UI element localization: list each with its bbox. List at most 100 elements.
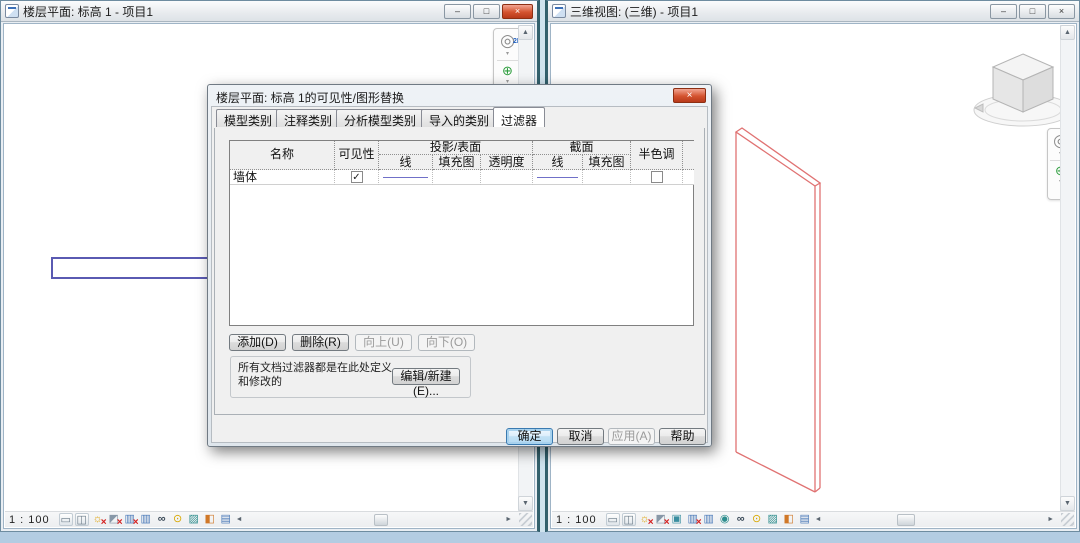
col-header-transparency[interactable]: 透明度 [481,155,533,170]
floor-plan-titlebar[interactable]: 楼层平面: 标高 1 - 项目1 – □ × [1,1,537,22]
visual-style-icon[interactable]: ◫ [75,513,89,526]
steering-wheel-2d-icon[interactable]: ◎2D [500,32,515,50]
sun-path-icon[interactable]: ☼ [638,513,652,526]
projection-lines-override-cell[interactable] [379,170,433,185]
vertical-scrollbar[interactable]: ▲ ▼ [1060,25,1075,511]
sun-path-icon[interactable]: ☼ [91,513,105,526]
line-override-preview [383,177,428,178]
zoom-tool-icon[interactable]: ⊕ [502,64,513,78]
line-override-preview [537,177,578,178]
edit-new-button[interactable]: 编辑/新建(E)... [392,368,460,385]
hscroll-right-icon[interactable]: ► [505,516,512,523]
show-crop-region-icon[interactable]: ▥ [702,513,716,526]
detail-level-icon[interactable]: ▭ [59,513,73,526]
scroll-down-icon[interactable]: ▼ [1060,496,1075,511]
hscroll-right-icon[interactable]: ► [1047,516,1054,523]
highlight-displacement-sets-icon[interactable]: ◧ [203,513,217,526]
detail-level-icon[interactable]: ▭ [606,513,620,526]
dialog-close-icon[interactable]: × [673,88,706,103]
move-down-button[interactable]: 向下(O) [418,334,475,351]
unlocked-3d-view-icon[interactable]: ◉ [718,513,732,526]
visual-style-icon[interactable]: ◫ [622,513,636,526]
minimize-button[interactable]: – [990,4,1017,19]
col-header-cut-lines[interactable]: 线 [533,155,583,170]
col-header-name[interactable]: 名称 [230,141,335,170]
show-crop-region-icon[interactable]: ▥ [139,513,153,526]
analytical-model-icon[interactable]: ▨ [187,513,201,526]
col-header-visibility[interactable]: 可见性 [335,141,379,170]
filler-cell [683,170,694,185]
floor-plan-title: 楼层平面: 标高 1 - 项目1 [23,3,153,20]
reveal-constraints-icon[interactable]: ▤ [798,513,812,526]
halftone-cell[interactable] [631,170,683,185]
resize-grip[interactable] [1061,513,1074,526]
shadows-icon[interactable]: ◩ [654,513,668,526]
resize-grip[interactable] [519,513,532,526]
scroll-down-icon[interactable]: ▼ [518,496,533,511]
dialog-title: 楼层平面: 标高 1的可见性/图形替换 [216,89,404,106]
apply-button[interactable]: 应用(A) [608,428,655,445]
hscroll-thumb[interactable] [897,514,915,526]
edit-filters-groupbox: 所有文档过滤器都是在此处定义和修改的 编辑/新建(E)... [230,356,471,398]
temporary-hide-isolate-icon[interactable]: ∞ [155,513,169,526]
move-up-button[interactable]: 向上(U) [355,334,412,351]
filter-row-name[interactable]: 墙体 [230,170,335,185]
col-header-filler [683,141,694,170]
view-scale[interactable]: 1 : 100 [9,514,50,526]
tab-filters[interactable]: 过滤器 [493,107,545,127]
close-button[interactable]: × [1048,4,1075,19]
projection-patterns-override-cell[interactable] [433,170,481,185]
scroll-up-icon[interactable]: ▲ [518,25,533,40]
wall-plan-element[interactable] [51,257,214,279]
tab-imported-categories[interactable]: 导入的类别 [421,109,497,127]
view-control-icons: ▭◫☼◩▥▥∞⊙▨◧▤ [59,513,233,526]
shadows-icon[interactable]: ◩ [107,513,121,526]
cut-patterns-override-cell[interactable] [583,170,631,185]
floor-plan-view-icon [5,4,19,18]
cancel-button[interactable]: 取消 [557,428,604,445]
col-header-projection-lines[interactable]: 线 [379,155,433,170]
maximize-button[interactable]: □ [1019,4,1046,19]
reveal-hidden-elements-icon[interactable]: ⊙ [750,513,764,526]
transparency-override-cell[interactable] [481,170,533,185]
maximize-button[interactable]: □ [473,4,500,19]
halftone-checkbox[interactable] [651,171,663,183]
remove-filter-button[interactable]: 删除(R) [292,334,349,351]
minimize-button[interactable]: – [444,4,471,19]
tab-analytical-categories[interactable]: 分析模型类别 [336,109,424,127]
visibility-checkbox[interactable]: ✓ [351,171,363,183]
col-group-cut[interactable]: 截面 [533,141,631,155]
reveal-constraints-icon[interactable]: ▤ [219,513,233,526]
col-header-halftone[interactable]: 半色调 [631,141,683,170]
crop-view-icon[interactable]: ▥ [686,513,700,526]
temporary-hide-isolate-icon[interactable]: ∞ [734,513,748,526]
col-header-projection-patterns[interactable]: 填充图案 [433,155,481,170]
view-control-icons: ▭◫☼◩▣▥▥◉∞⊙▨◧▤ [606,513,812,526]
hscroll-thumb[interactable] [374,514,388,526]
filter-row-visibility-cell[interactable]: ✓ [335,170,379,185]
col-group-projection-surface[interactable]: 投影/表面 [379,141,533,155]
visibility-graphics-dialog: 楼层平面: 标高 1的可见性/图形替换 × 模型类别 注释类别 分析模型类别 导… [207,84,712,447]
wheel-menu-caret-icon[interactable]: ▾ [506,51,509,57]
filters-note-text: 所有文档过滤器都是在此处定义和修改的 [238,361,398,389]
tab-annotation-categories[interactable]: 注释类别 [276,109,340,127]
scroll-up-icon[interactable]: ▲ [1060,25,1075,40]
reveal-hidden-elements-icon[interactable]: ⊙ [171,513,185,526]
col-header-cut-patterns[interactable]: 填充图案 [583,155,631,170]
help-button[interactable]: 帮助 [659,428,706,445]
highlight-displacement-sets-icon[interactable]: ◧ [782,513,796,526]
hscroll-left-icon[interactable]: ◄ [815,516,822,523]
show-rendering-dialog-icon[interactable]: ▣ [670,513,684,526]
crop-view-icon[interactable]: ▥ [123,513,137,526]
cut-lines-override-cell[interactable] [533,170,583,185]
hscroll-left-icon[interactable]: ◄ [236,516,243,523]
wall-3d-element[interactable] [731,122,831,502]
close-button[interactable]: × [502,4,533,19]
tab-model-categories[interactable]: 模型类别 [216,109,280,127]
ok-button[interactable]: 确定 [506,428,553,445]
view-control-bar: 1 : 100 ▭◫☼◩▣▥▥◉∞⊙▨◧▤ ◄ ► [552,511,1075,527]
add-filter-button[interactable]: 添加(D) [229,334,286,351]
view-scale[interactable]: 1 : 100 [556,514,597,526]
three-d-titlebar[interactable]: 三维视图: (三维) - 项目1 – □ × [548,1,1079,22]
analytical-model-icon[interactable]: ▨ [766,513,780,526]
